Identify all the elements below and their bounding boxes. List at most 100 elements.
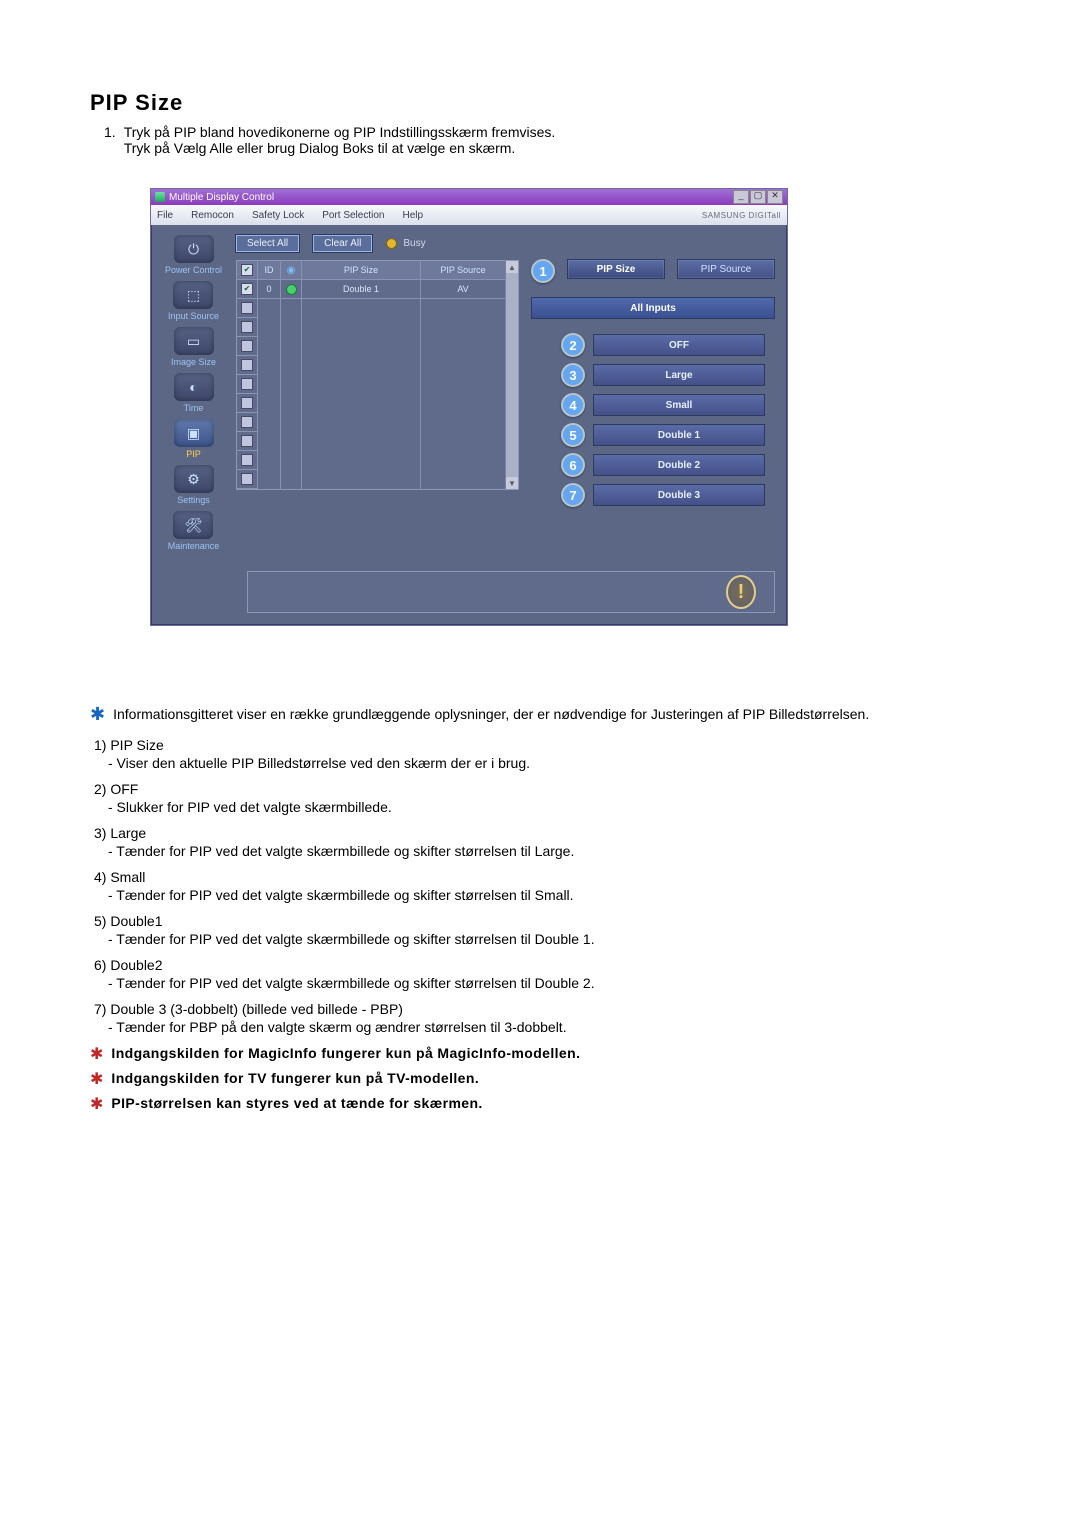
- callout-3: 3: [561, 363, 585, 387]
- star-red-icon: ✱: [90, 1069, 103, 1089]
- sidebar-item-label: Image Size: [171, 357, 216, 367]
- select-all-button[interactable]: Select All: [236, 235, 299, 252]
- status-head-icon: ◉: [287, 265, 296, 276]
- brand-label: SAMSUNG DIGITall: [702, 211, 781, 220]
- callout-2: 2: [561, 333, 585, 357]
- list-desc: - Tænder for PIP ved det valgte skærmbil…: [108, 843, 1000, 859]
- row-checkbox[interactable]: [241, 416, 253, 428]
- option-off[interactable]: OFF: [593, 334, 765, 356]
- list-num: 3): [94, 825, 106, 841]
- sidebar-item-label: Time: [184, 403, 204, 413]
- star-red-icon: ✱: [90, 1044, 103, 1064]
- display-grid: ID 0 ◉ PIP Size Double 1 PIP Source: [236, 260, 519, 490]
- option-large[interactable]: Large: [593, 364, 765, 386]
- clear-all-button[interactable]: Clear All: [313, 235, 372, 252]
- row-checkbox[interactable]: [241, 435, 253, 447]
- maximize-button[interactable]: ▢: [750, 190, 766, 204]
- sidebar-item-time[interactable]: ◐Time: [174, 373, 214, 413]
- list-desc: - Tænder for PIP ved det valgte skærmbil…: [108, 975, 1000, 991]
- row-checkbox[interactable]: [241, 473, 253, 485]
- option-small[interactable]: Small: [593, 394, 765, 416]
- menu-item[interactable]: Remocon: [191, 210, 234, 221]
- list-title: Double2: [110, 957, 162, 973]
- intro-block: 1. Tryk på PIP bland hovedikonerne og PI…: [104, 124, 1000, 156]
- sidebar-item-label: Maintenance: [168, 541, 220, 551]
- menu-item[interactable]: Help: [402, 210, 423, 221]
- note-magicinfo: Indgangskilden for MagicInfo fungerer ku…: [111, 1045, 580, 1064]
- checkbox-icon[interactable]: [241, 264, 253, 276]
- maintenance-icon: 🛠: [173, 511, 213, 539]
- intro-num: 1.: [104, 124, 116, 156]
- list-num: 5): [94, 913, 106, 929]
- col-head-pipsize: PIP Size: [302, 261, 420, 280]
- row-checkbox[interactable]: [241, 359, 253, 371]
- row-checkbox[interactable]: [241, 321, 253, 333]
- sidebar-item-imagesize[interactable]: ▭ Image Size: [171, 327, 216, 367]
- list-num: 1): [94, 737, 106, 753]
- option-double3[interactable]: Double 3: [593, 484, 765, 506]
- row-checkbox[interactable]: [241, 397, 253, 409]
- cell-id: 0: [258, 280, 280, 299]
- option-double1[interactable]: Double 1: [593, 424, 765, 446]
- cell-pipsize: Double 1: [302, 280, 420, 299]
- callout-7: 7: [561, 483, 585, 507]
- close-button[interactable]: ✕: [767, 190, 783, 204]
- sidebar-item-label: Power Control: [165, 265, 222, 275]
- busy-label: Busy: [403, 238, 425, 249]
- list-title: Small: [110, 869, 145, 885]
- grid-scrollbar[interactable]: ▲ ▼: [505, 261, 518, 489]
- status-dot-icon: [286, 284, 297, 295]
- menubar: File Remocon Safety Lock Port Selection …: [151, 205, 787, 225]
- list-num: 4): [94, 869, 106, 885]
- row-checkbox[interactable]: [241, 340, 253, 352]
- row-checkbox[interactable]: [241, 283, 253, 295]
- list-title: OFF: [110, 781, 138, 797]
- col-head-pipsource: PIP Source: [421, 261, 505, 280]
- all-inputs-header: All Inputs: [531, 297, 775, 319]
- note-pip: PIP-størrelsen kan styres ved at tænde f…: [111, 1095, 482, 1114]
- sidebar-item-input[interactable]: ⬚ Input Source: [168, 281, 219, 321]
- sidebar-item-maintenance[interactable]: 🛠 Maintenance: [168, 511, 220, 551]
- input-icon: ⬚: [173, 281, 213, 309]
- minimize-button[interactable]: _: [733, 190, 749, 204]
- list-num: 2): [94, 781, 106, 797]
- list-num: 6): [94, 957, 106, 973]
- list-title: Large: [110, 825, 146, 841]
- page-title: PIP Size: [90, 90, 1000, 116]
- sidebar-item-pip[interactable]: ▣PIP: [174, 419, 214, 459]
- list-title: Double1: [110, 913, 162, 929]
- list-title: Double 3 (3-dobbelt) (billede ved billed…: [110, 1001, 403, 1017]
- sidebar-item-settings[interactable]: ⚙Settings: [174, 465, 214, 505]
- row-checkbox[interactable]: [241, 454, 253, 466]
- row-checkbox[interactable]: [241, 378, 253, 390]
- sidebar-item-label: PIP: [186, 449, 201, 459]
- right-panel: 1 PIP Size PIP Source All Inputs 2 OFF 3L…: [531, 235, 775, 551]
- intro-line-1: Tryk på PIP bland hovedikonerne og PIP I…: [124, 124, 556, 140]
- pip-list: 1) PIP Size- Viser den aktuelle PIP Bill…: [94, 737, 1000, 1035]
- option-double2[interactable]: Double 2: [593, 454, 765, 476]
- scroll-up-icon[interactable]: ▲: [506, 261, 518, 273]
- col-head-status: ◉: [281, 261, 301, 280]
- window-title: Multiple Display Control: [169, 192, 274, 203]
- list-desc: - Tænder for PIP ved det valgte skærmbil…: [108, 887, 1000, 903]
- sidebar-item-label: Input Source: [168, 311, 219, 321]
- menu-item[interactable]: File: [157, 210, 173, 221]
- row-checkbox[interactable]: [241, 302, 253, 314]
- sidebar-item-label: Settings: [177, 495, 210, 505]
- callout-1: 1: [531, 259, 555, 283]
- screenshot: Multiple Display Control _ ▢ ✕ File Remo…: [150, 188, 788, 626]
- callout-5: 5: [561, 423, 585, 447]
- list-desc: - Viser den aktuelle PIP Billedstørrelse…: [108, 755, 1000, 771]
- scroll-down-icon[interactable]: ▼: [506, 477, 518, 489]
- menu-item[interactable]: Port Selection: [322, 210, 384, 221]
- star-red-icon: ✱: [90, 1094, 103, 1114]
- tab-pip-source[interactable]: PIP Source: [677, 259, 775, 279]
- sidebar-item-power[interactable]: ⏻Power Control: [165, 235, 222, 275]
- star-blue-icon: ✱: [90, 704, 105, 725]
- app-window: Multiple Display Control _ ▢ ✕ File Remo…: [150, 188, 788, 626]
- tab-pip-size[interactable]: PIP Size: [567, 259, 665, 279]
- imagesize-icon: ▭: [174, 327, 214, 355]
- col-head-check: [237, 261, 257, 280]
- warning-icon: !: [726, 575, 756, 609]
- menu-item[interactable]: Safety Lock: [252, 210, 304, 221]
